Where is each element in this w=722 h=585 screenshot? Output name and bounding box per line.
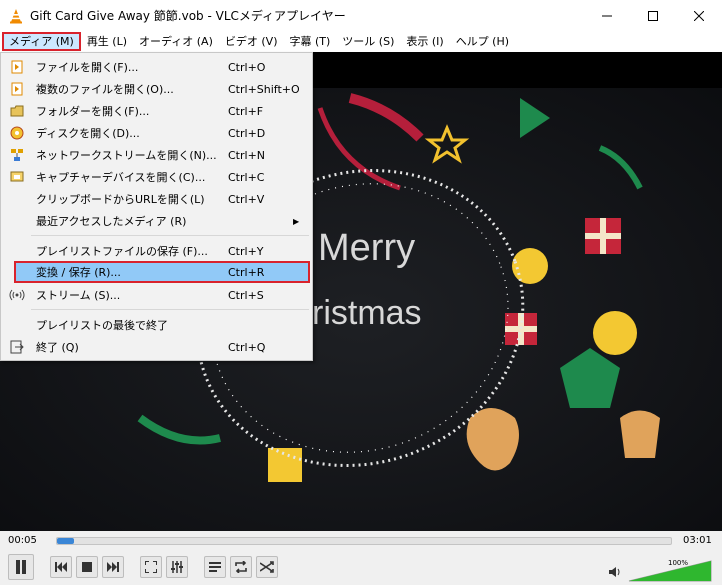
menu-item-shortcut: Ctrl+O [228,60,266,74]
menu-recent-media[interactable]: 最近アクセスしたメディア (R) ▶ [3,210,311,232]
menu-item-label: 終了 (Q) [36,341,79,354]
menu-convert-save[interactable]: 変換 / 保存 (R)... Ctrl+R [14,261,310,283]
window-title: Gift Card Give Away 節節.vob - VLCメディアプレイヤ… [30,9,346,23]
stop-button[interactable] [76,556,98,578]
overlay-text-merry: Merry [318,227,415,269]
menu-item-shortcut: Ctrl+Y [228,244,264,258]
network-icon [9,147,25,163]
menu-item-label: クリップボードからURLを開く(L) [36,193,205,206]
vlc-cone-icon [10,8,22,23]
open-file-icon [9,59,25,75]
close-button[interactable] [676,0,722,31]
menu-item-label: フォルダーを開く(F)... [36,105,150,118]
seek-progress [57,538,74,544]
maximize-button[interactable] [630,0,676,31]
speaker-icon[interactable] [608,565,622,579]
disc-icon [9,125,25,141]
title-bar: Gift Card Give Away 節節.vob - VLCメディアプレイヤ… [0,0,722,31]
menu-item-shortcut: Ctrl+Q [228,340,266,354]
maximize-icon [648,10,658,21]
submenu-arrow-icon: ▶ [293,216,300,226]
menu-item-label: ファイルを開く(F)... [36,61,139,74]
menu-item-shortcut: Ctrl+R [228,265,265,279]
menu-item-label: ディスクを開く(D)... [36,127,140,140]
menu-bar: メディア (M) 再生 (L) オーディオ (A) ビデオ (V) 字幕 (T)… [0,31,722,52]
control-bar: 00:05 03:01 100% [0,531,722,585]
menu-item-shortcut: Ctrl+Shift+O [228,82,300,96]
menu-item-shortcut: Ctrl+F [228,104,264,118]
playlist-icon [209,562,221,572]
menu-item-shortcut: Ctrl+C [228,170,265,184]
menu-audio[interactable]: オーディオ (A) [133,32,219,51]
menu-item-shortcut: Ctrl+V [228,192,265,206]
menu-item-label: ネットワークストリームを開く(N)... [36,149,217,162]
menu-media[interactable]: メディア (M) [2,32,81,51]
media-menu-dropdown: ファイルを開く(F)... Ctrl+O 複数のファイルを開く(O)... Ct… [0,52,313,361]
menu-item-label: 最近アクセスしたメディア (R) [36,215,187,228]
total-time: 03:01 [683,535,712,546]
stream-icon [9,287,25,303]
menu-separator [31,309,309,310]
menu-save-playlist[interactable]: プレイリストファイルの保存 (F)... Ctrl+Y [3,240,311,262]
elapsed-time: 00:05 [8,535,37,546]
stop-icon [82,562,92,572]
menu-open-disc[interactable]: ディスクを開く(D)... Ctrl+D [3,122,311,144]
next-button[interactable] [102,556,124,578]
next-icon [107,562,119,572]
folder-icon [9,103,25,119]
equalizer-icon [171,561,183,573]
menu-item-shortcut: Ctrl+S [228,288,264,302]
menu-item-shortcut: Ctrl+N [228,148,266,162]
menu-item-label: プレイリストの最後で終了 [36,319,168,332]
menu-subtitle[interactable]: 字幕 (T) [283,32,336,51]
menu-open-file[interactable]: ファイルを開く(F)... Ctrl+O [3,56,311,78]
volume-slider[interactable] [628,560,712,582]
playlist-button[interactable] [204,556,226,578]
minimize-button[interactable] [584,0,630,31]
menu-open-url-from-clipboard[interactable]: クリップボードからURLを開く(L) Ctrl+V [3,188,311,210]
extended-settings-button[interactable] [166,556,188,578]
menu-open-network-stream[interactable]: ネットワークストリームを開く(N)... Ctrl+N [3,144,311,166]
close-icon [694,10,704,21]
shuffle-icon [260,561,274,573]
open-files-icon [9,81,25,97]
menu-open-multiple-files[interactable]: 複数のファイルを開く(O)... Ctrl+Shift+O [3,78,311,100]
previous-button[interactable] [50,556,72,578]
capture-device-icon [9,169,25,185]
menu-playback[interactable]: 再生 (L) [81,32,133,51]
menu-item-label: キャプチャーデバイスを開く(C)... [36,171,206,184]
menu-item-shortcut: Ctrl+D [228,126,266,140]
menu-quit[interactable]: 終了 (Q) Ctrl+Q [3,336,311,358]
pause-icon [16,560,26,574]
menu-view[interactable]: 表示 (I) [400,32,449,51]
menu-item-label: プレイリストファイルの保存 (F)... [36,245,208,258]
menu-help[interactable]: ヘルプ (H) [450,32,515,51]
menu-item-label: 変換 / 保存 (R)... [36,266,121,279]
seek-slider[interactable] [56,537,672,545]
menu-item-label: 複数のファイルを開く(O)... [36,83,174,96]
fullscreen-icon [145,561,157,573]
menu-tools[interactable]: ツール (S) [336,32,400,51]
menu-item-label: ストリーム (S)... [36,289,121,302]
previous-icon [55,562,67,572]
menu-separator [31,235,309,236]
pause-button[interactable] [8,554,34,580]
shuffle-button[interactable] [256,556,278,578]
menu-stream[interactable]: ストリーム (S)... Ctrl+S [3,284,311,306]
loop-icon [235,561,247,573]
menu-video[interactable]: ビデオ (V) [219,32,284,51]
menu-quit-at-end-of-playlist[interactable]: プレイリストの最後で終了 [3,314,311,336]
fullscreen-button[interactable] [140,556,162,578]
menu-open-capture-device[interactable]: キャプチャーデバイスを開く(C)... Ctrl+C [3,166,311,188]
overlay-text-christmas: ristmas [312,294,422,332]
loop-button[interactable] [230,556,252,578]
minimize-icon [602,15,612,16]
exit-icon [9,339,25,355]
menu-open-folder[interactable]: フォルダーを開く(F)... Ctrl+F [3,100,311,122]
